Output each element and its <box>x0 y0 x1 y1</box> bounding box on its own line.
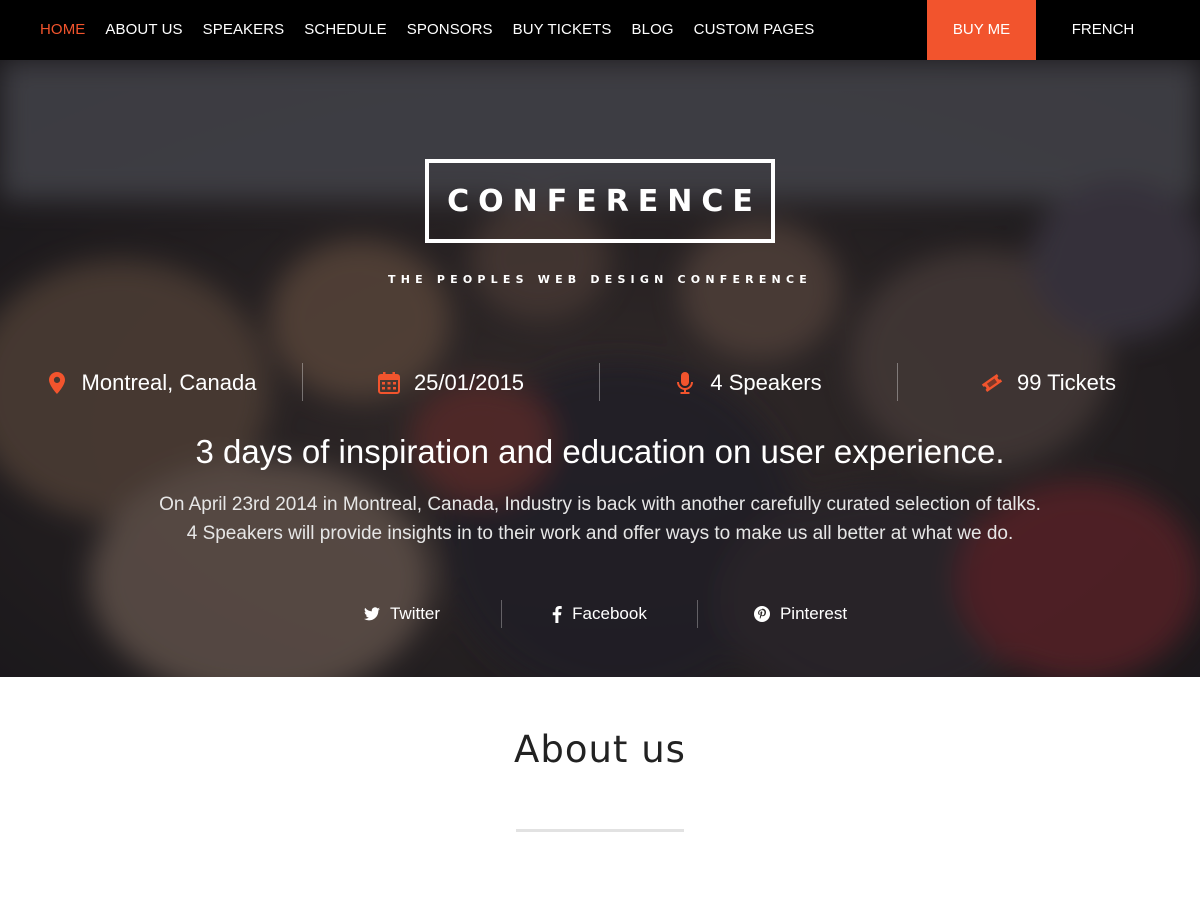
map-pin-icon <box>46 371 68 395</box>
info-date: 25/01/2015 <box>302 355 600 411</box>
hero-section: CONFERENCE THE PEOPLES WEB DESIGN CONFER… <box>0 60 1200 677</box>
info-tickets-text: 99 Tickets <box>1016 370 1117 395</box>
info-speakers-text: 4 Speakers <box>710 370 822 395</box>
facebook-label: Facebook <box>572 604 647 623</box>
about-heading: About us <box>514 728 686 771</box>
pinterest-icon <box>753 606 770 622</box>
facebook-link[interactable]: Facebook <box>502 592 697 636</box>
info-date-text: 25/01/2015 <box>413 370 525 395</box>
hero-tagline: THE PEOPLES WEB DESIGN CONFERENCE <box>388 273 812 286</box>
nav-item-about-us[interactable]: ABOUT US <box>95 0 192 60</box>
nav-item-custom-pages[interactable]: CUSTOM PAGES <box>684 0 825 60</box>
nav-item-buy-tickets[interactable]: BUY TICKETS <box>503 0 622 60</box>
event-info-row: Montreal, Canada 25/01/2015 4 Speakers 9… <box>0 355 1200 411</box>
main-menu: HOME ABOUT US SPEAKERS SCHEDULE SPONSORS… <box>30 0 824 60</box>
buy-me-button[interactable]: BUY ME <box>927 0 1036 60</box>
info-location: Montreal, Canada <box>0 355 302 411</box>
pinterest-link[interactable]: Pinterest <box>698 592 903 636</box>
hero-headline: 3 days of inspiration and education on u… <box>195 433 1005 470</box>
twitter-label: Twitter <box>389 604 441 623</box>
twitter-link[interactable]: Twitter <box>302 592 502 636</box>
language-switcher[interactable]: FRENCH <box>1036 0 1170 60</box>
hero-description-line: On April 23rd 2014 in Montreal, Canada, … <box>159 494 1041 515</box>
ticket-icon <box>981 371 1003 395</box>
nav-item-schedule[interactable]: SCHEDULE <box>294 0 397 60</box>
nav-item-speakers[interactable]: SPEAKERS <box>193 0 295 60</box>
twitter-icon <box>363 607 380 621</box>
hero-description-line: 4 Speakers will provide insights in to t… <box>186 523 1014 544</box>
nav-item-sponsors[interactable]: SPONSORS <box>397 0 503 60</box>
about-divider <box>516 829 684 832</box>
calendar-icon <box>377 371 400 395</box>
info-speakers: 4 Speakers <box>599 355 897 411</box>
facebook-icon <box>552 605 562 623</box>
info-tickets: 99 Tickets <box>897 355 1200 411</box>
hero-description: On April 23rd 2014 in Montreal, Canada, … <box>0 490 1200 548</box>
nav-item-home[interactable]: HOME <box>30 0 95 60</box>
nav-item-blog[interactable]: BLOG <box>622 0 684 60</box>
top-navigation: HOME ABOUT US SPEAKERS SCHEDULE SPONSORS… <box>0 0 1200 60</box>
social-links: Twitter Facebook Pinterest <box>0 592 1200 636</box>
info-location-text: Montreal, Canada <box>81 370 257 395</box>
logo-text: CONFERENCE <box>447 183 762 219</box>
pinterest-label: Pinterest <box>779 604 848 623</box>
microphone-icon <box>674 371 696 395</box>
conference-logo[interactable]: CONFERENCE <box>425 159 775 243</box>
